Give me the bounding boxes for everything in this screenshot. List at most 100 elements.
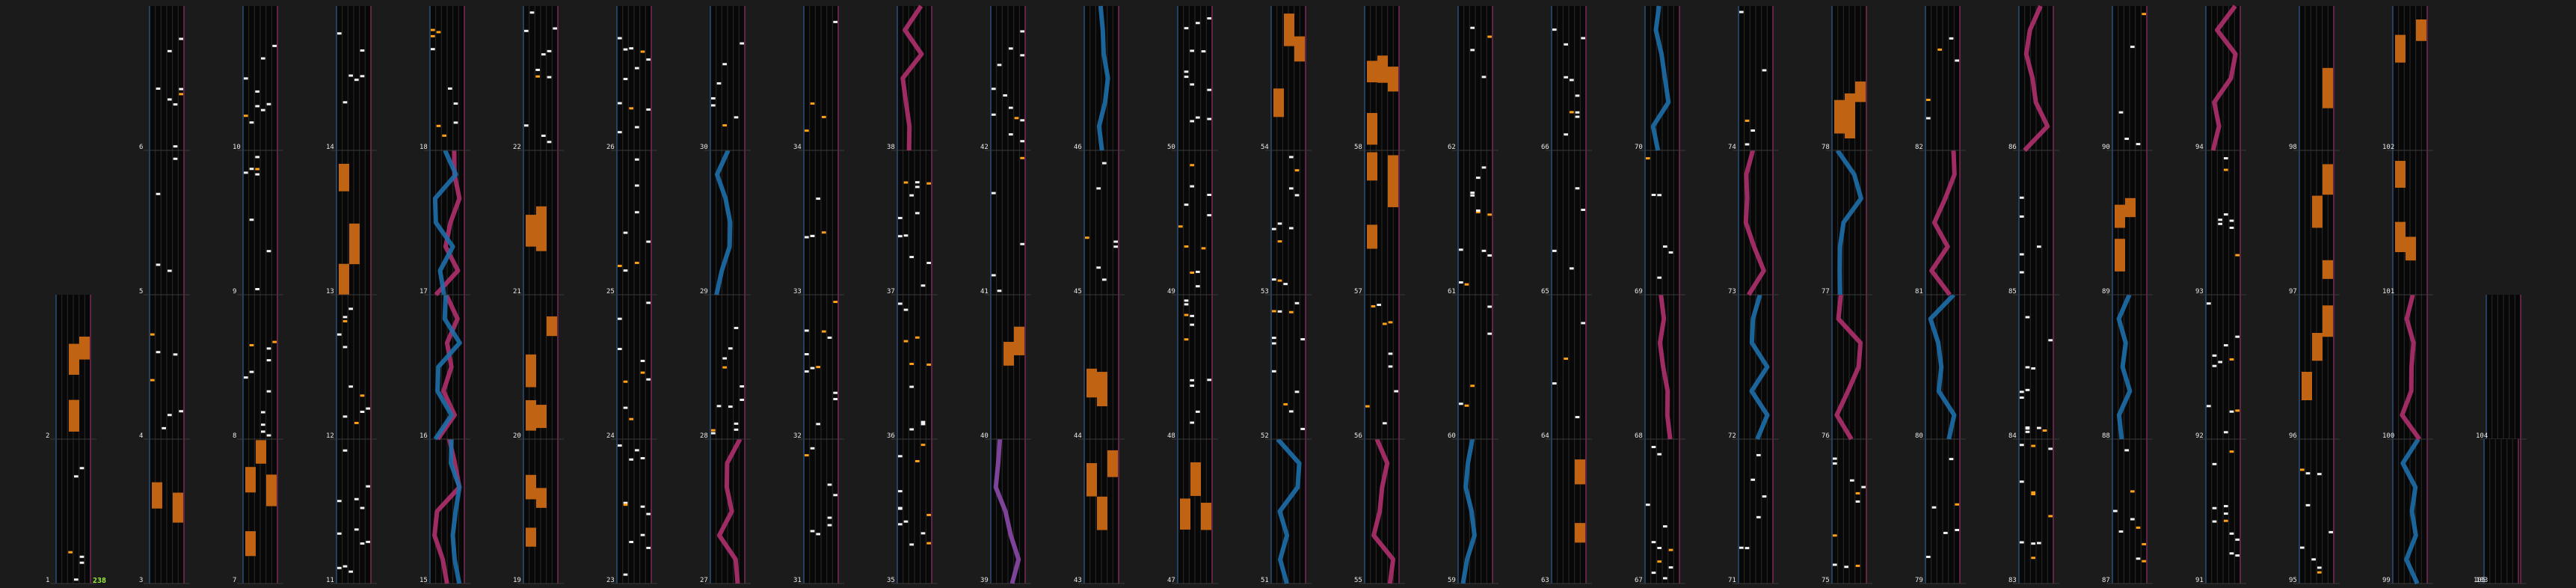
measure-number: 3 xyxy=(139,577,143,584)
measure-number: 21 xyxy=(513,288,521,295)
tap-note xyxy=(618,444,622,447)
column-17 xyxy=(1639,5,1685,584)
measure-4 xyxy=(144,295,190,440)
tap-note xyxy=(1294,169,1300,172)
tap-note xyxy=(1178,225,1183,228)
tap-note xyxy=(1855,500,1860,503)
tap-note xyxy=(629,541,633,544)
measure-number: 67 xyxy=(1635,577,1643,584)
measure-number: 60 xyxy=(1448,432,1456,440)
tap-note xyxy=(711,432,716,435)
chart-canvas: 1234567891011121314151617181920212223242… xyxy=(0,0,2576,588)
measure-number: 98 xyxy=(2289,144,2297,151)
tap-note xyxy=(1096,187,1101,190)
tap-note xyxy=(635,184,639,187)
tap-note xyxy=(2317,571,2322,574)
measure-96 xyxy=(2293,295,2340,440)
tap-note xyxy=(618,347,622,350)
tap-note xyxy=(623,231,628,234)
hold-note xyxy=(2395,34,2406,63)
tap-note xyxy=(1207,117,1211,120)
tap-note xyxy=(646,512,651,515)
hold-note xyxy=(339,163,349,192)
tap-note xyxy=(1663,245,1667,248)
tap-note xyxy=(2020,391,2024,393)
tap-note xyxy=(261,411,265,414)
tap-note xyxy=(1657,194,1662,197)
hold-note xyxy=(1575,459,1585,485)
measure-number: 2 xyxy=(46,432,49,440)
measure-27 xyxy=(704,438,751,584)
tap-note xyxy=(179,93,183,96)
hold-note xyxy=(526,399,536,431)
tap-note xyxy=(623,48,628,51)
column-24 xyxy=(2293,6,2340,584)
tap-note xyxy=(810,234,815,237)
tap-note xyxy=(1184,338,1189,341)
tap-note xyxy=(2025,316,2030,319)
tap-note xyxy=(1745,143,1750,146)
hold-note xyxy=(1097,496,1107,518)
tap-note xyxy=(448,87,452,90)
tap-note xyxy=(1272,342,1276,345)
tap-note xyxy=(1926,555,1931,558)
tap-note xyxy=(1014,117,1019,120)
tap-note xyxy=(1196,116,1200,119)
measure-102 xyxy=(2387,6,2433,151)
measure-number: 100 xyxy=(2382,432,2394,440)
measure-93 xyxy=(2200,150,2246,295)
measure-number: 71 xyxy=(1728,577,1736,584)
tap-note xyxy=(2031,493,2035,496)
tap-note xyxy=(2300,546,2305,549)
tap-note xyxy=(2020,196,2024,199)
measure-57 xyxy=(1359,150,1405,295)
measure-number: 84 xyxy=(2008,432,2017,440)
tap-note xyxy=(74,475,79,478)
tap-note xyxy=(1564,133,1568,136)
measure-number: 4 xyxy=(139,432,143,440)
tap-note xyxy=(1762,69,1767,72)
tap-note xyxy=(342,415,348,418)
measure-number: 14 xyxy=(326,144,334,151)
tap-note xyxy=(1277,279,1282,282)
tap-note xyxy=(354,528,359,531)
measure-76 xyxy=(1826,294,1872,441)
tap-note xyxy=(348,74,353,77)
tap-note xyxy=(1196,270,1200,273)
tap-note xyxy=(1371,304,1376,307)
tap-note xyxy=(915,459,920,462)
hold-note xyxy=(526,474,536,500)
tap-note xyxy=(805,352,809,355)
column-0 xyxy=(50,295,96,584)
tap-note xyxy=(360,410,365,413)
tap-note xyxy=(337,333,342,336)
tap-note xyxy=(2042,429,2047,432)
measure-10 xyxy=(237,6,283,151)
tap-note xyxy=(167,414,172,417)
tap-note xyxy=(1762,495,1767,498)
tap-note xyxy=(535,68,540,71)
tap-note xyxy=(1481,166,1487,169)
tap-note xyxy=(1575,187,1580,190)
tap-note xyxy=(1570,267,1574,270)
tap-note xyxy=(833,301,837,304)
tap-note xyxy=(920,532,926,535)
tap-note xyxy=(1289,310,1294,313)
measure-number: 102 xyxy=(2382,144,2394,151)
tap-note xyxy=(1844,566,1848,569)
tap-note xyxy=(833,20,837,23)
tap-note xyxy=(1657,560,1662,563)
hold-note xyxy=(245,467,256,493)
tap-note xyxy=(547,141,552,144)
tap-note xyxy=(722,124,727,127)
measure-33 xyxy=(798,150,844,295)
tap-note xyxy=(2229,358,2234,361)
column-15 xyxy=(1452,6,1498,584)
measure-number: 32 xyxy=(793,432,802,440)
measure-69 xyxy=(1639,150,1685,295)
measure-94 xyxy=(2200,4,2246,151)
tap-note xyxy=(1564,357,1568,360)
tap-note xyxy=(366,540,370,543)
tap-note xyxy=(79,555,84,558)
measure-number: 15 xyxy=(419,577,428,584)
